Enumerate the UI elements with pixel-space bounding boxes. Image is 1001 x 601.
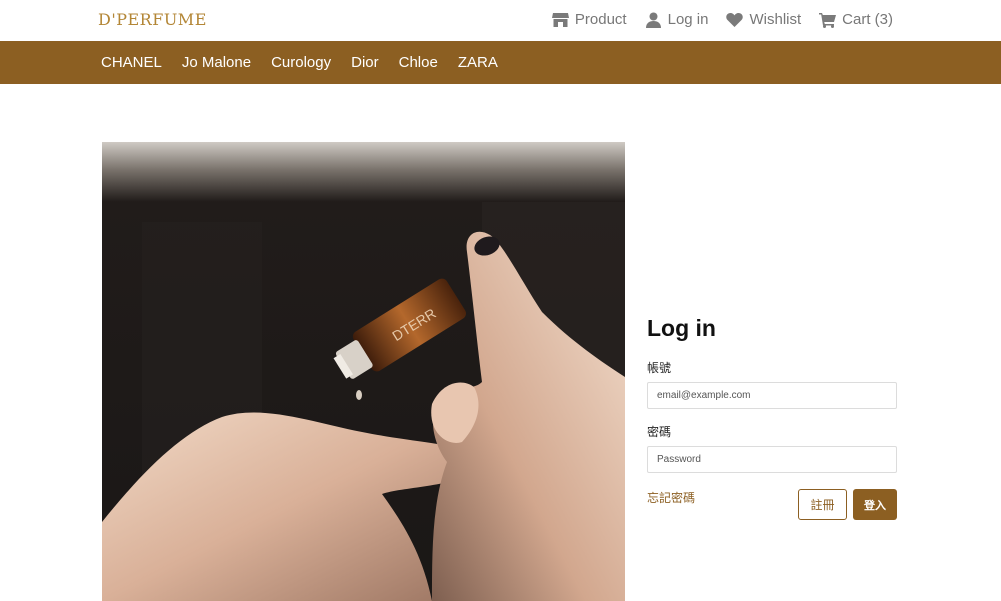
cart-link-label: Cart (3) (842, 11, 893, 28)
brand-list: CHANEL Jo Malone Curology Dior Chloe ZAR… (101, 41, 498, 84)
header-links: Product Log in Wishlist Cart (3) (551, 11, 893, 28)
login-link-label: Log in (667, 11, 709, 28)
wishlist-link-label: Wishlist (749, 11, 802, 28)
product-link-label: Product (574, 11, 627, 28)
account-label: 帳號 (647, 361, 672, 375)
login-actions: 忘記密碼 註冊 登入 (647, 489, 897, 521)
cart-link[interactable]: Cart (3) (819, 11, 893, 28)
user-icon (645, 12, 661, 28)
brand-dior[interactable]: Dior (351, 54, 379, 71)
email-input[interactable] (647, 382, 897, 409)
forgot-password-link[interactable]: 忘記密碼 (647, 489, 695, 506)
brand-jo-malone[interactable]: Jo Malone (182, 54, 251, 71)
heart-icon (726, 12, 744, 27)
brand-zara[interactable]: ZARA (458, 54, 498, 71)
login-submit-button[interactable]: 登入 (853, 489, 897, 520)
perfume-oil-photo: DTERR (102, 142, 625, 601)
login-title: Log in (647, 315, 716, 341)
store-icon (551, 12, 569, 27)
password-input[interactable] (647, 446, 897, 473)
brand-curology[interactable]: Curology (271, 54, 331, 71)
brand-navbar: CHANEL Jo Malone Curology Dior Chloe ZAR… (0, 41, 1001, 84)
product-link[interactable]: Product (551, 11, 627, 28)
site-logo[interactable]: D'PERFUME (98, 10, 207, 29)
wishlist-link[interactable]: Wishlist (726, 11, 801, 28)
login-link[interactable]: Log in (645, 11, 709, 28)
register-button[interactable]: 註冊 (798, 489, 847, 520)
brand-chanel[interactable]: CHANEL (101, 54, 162, 71)
hero-image: DTERR (102, 142, 625, 601)
login-form: Log in 帳號 密碼 忘記密碼 註冊 登入 (647, 315, 897, 521)
brand-chloe[interactable]: Chloe (399, 54, 438, 71)
cart-icon (819, 12, 837, 28)
top-header: D'PERFUME Product Log in Wishlist Cart (… (0, 0, 1001, 41)
password-label: 密碼 (647, 425, 672, 439)
